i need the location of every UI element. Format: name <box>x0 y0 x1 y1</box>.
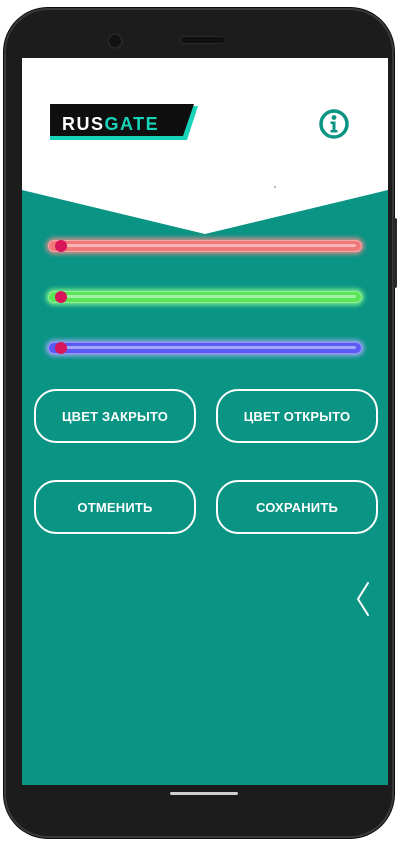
red-slider-thumb[interactable] <box>55 240 67 252</box>
header-background <box>22 58 388 234</box>
phone-side-button <box>393 218 397 288</box>
chevron-left-icon[interactable] <box>355 581 371 617</box>
earpiece-speaker <box>180 36 226 44</box>
logo-text-rus: RUS <box>62 114 105 134</box>
green-slider-thumb[interactable] <box>55 291 67 303</box>
color-closed-button[interactable]: ЦВЕТ ЗАКРЫТО <box>34 389 196 443</box>
blue-slider[interactable] <box>48 342 362 354</box>
front-camera <box>107 33 123 49</box>
color-open-button[interactable]: ЦВЕТ ОТКРЫТО <box>216 389 378 443</box>
green-slider[interactable] <box>48 291 362 303</box>
logo-text-gate: GATE <box>104 114 160 134</box>
green-slider-track <box>62 295 356 298</box>
app-screen: RUSGATE ЦВЕТ ЗАКРЫТО ЦВЕТ ОТКРЫТО ОТМЕНИ… <box>22 58 388 785</box>
logo-text: RUSGATE <box>62 111 159 137</box>
cancel-button[interactable]: ОТМЕНИТЬ <box>34 480 196 534</box>
blue-slider-track <box>62 346 356 349</box>
red-slider-track <box>62 244 356 247</box>
info-icon[interactable] <box>318 108 350 140</box>
blue-slider-thumb[interactable] <box>55 342 67 354</box>
home-indicator[interactable] <box>170 792 238 795</box>
save-button[interactable]: СОХРАНИТЬ <box>216 480 378 534</box>
red-slider[interactable] <box>48 240 362 252</box>
